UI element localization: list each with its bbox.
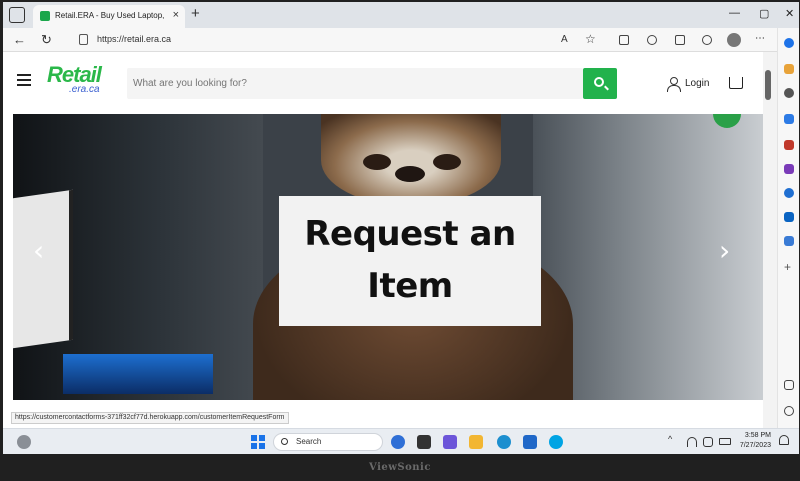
tab-actions-icon[interactable] <box>9 7 25 23</box>
clock[interactable]: 3:58 PM 7/27/2023 <box>731 431 771 451</box>
site-logo[interactable]: Retail .era.ca <box>47 62 107 102</box>
tools-icon[interactable] <box>784 140 794 150</box>
sign-line-1: Request an <box>304 214 516 254</box>
volume-icon[interactable] <box>703 437 713 447</box>
search-input[interactable] <box>127 68 583 99</box>
search-button[interactable] <box>583 68 617 99</box>
carousel-prev-button[interactable]: ‹ <box>33 234 44 267</box>
login-label: Login <box>685 78 710 89</box>
add-sidebar-icon[interactable]: + <box>784 261 794 273</box>
monitor-image <box>13 189 73 349</box>
search-icon <box>594 77 604 87</box>
split-screen-icon[interactable] <box>619 35 629 45</box>
url-text: https://retail.era.ca <box>97 34 172 44</box>
tab-title: Retail.ERA - Buy Used Laptop, Re <box>55 11 167 20</box>
monitor: Retail.ERA - Buy Used Laptop, Re × + — ▢… <box>0 0 800 481</box>
windows-logo-icon[interactable] <box>251 435 265 449</box>
favorite-icon[interactable]: ☆ <box>585 32 596 46</box>
keyboard-light-image <box>63 354 213 394</box>
sidebar-panel-icon[interactable] <box>784 380 794 390</box>
outlook-icon[interactable] <box>784 212 794 222</box>
skype-icon[interactable] <box>549 435 563 449</box>
games-icon[interactable] <box>784 164 794 174</box>
web-page: Retail .era.ca Login <box>3 52 763 428</box>
search-sidebar-icon[interactable] <box>784 88 794 98</box>
taskbar-search[interactable]: Search <box>273 433 383 451</box>
taskbar-search-label: Search <box>296 437 322 446</box>
microsoft365-icon[interactable] <box>784 188 794 198</box>
page-scrollbar[interactable] <box>765 64 771 414</box>
edge-sidebar: + <box>777 28 799 428</box>
screen: Retail.ERA - Buy Used Laptop, Re × + — ▢… <box>3 2 799 454</box>
drop-icon[interactable] <box>784 236 794 246</box>
browser-toolbar: ← ↻ https://retail.era.ca A ☆ ⋯ <box>3 28 799 52</box>
favorites-icon[interactable] <box>647 35 657 45</box>
search-icon <box>281 438 288 445</box>
status-link-preview: https://customercontactforms-371ff32cf77… <box>11 412 289 424</box>
menu-icon[interactable] <box>17 74 31 86</box>
address-bar[interactable]: https://retail.era.ca <box>75 31 763 49</box>
cart-icon[interactable] <box>729 77 743 89</box>
carousel-next-button[interactable]: › <box>719 234 730 267</box>
shopping-icon[interactable] <box>784 114 794 124</box>
sign-line-2: Item <box>367 266 453 306</box>
read-aloud-icon[interactable]: A <box>561 34 568 45</box>
file-explorer-icon[interactable] <box>469 435 483 449</box>
clock-date: 7/27/2023 <box>739 442 771 449</box>
sidebar-settings-icon[interactable] <box>784 406 794 416</box>
request-item-sign[interactable]: Request an Item <box>279 196 541 326</box>
user-icon <box>667 77 681 92</box>
back-button[interactable]: ← <box>13 32 26 47</box>
hero-banner[interactable]: Request an Item ‹ › <box>13 114 763 400</box>
logo-subtext: .era.ca <box>69 84 100 95</box>
favicon-icon <box>40 11 50 21</box>
copilot-icon[interactable] <box>784 38 794 48</box>
taskbar: Search ^ 3:58 PM 7/27/2023 <box>3 428 799 454</box>
profile-avatar[interactable] <box>727 33 741 47</box>
notification-icon[interactable] <box>784 64 794 74</box>
wifi-icon[interactable] <box>687 437 697 447</box>
minimize-button[interactable]: — <box>729 7 740 19</box>
collections-icon[interactable] <box>675 35 685 45</box>
teams-icon[interactable] <box>443 435 457 449</box>
task-view-icon[interactable] <box>417 435 431 449</box>
edge-icon[interactable] <box>497 435 511 449</box>
browser-essentials-icon[interactable] <box>702 35 712 45</box>
lock-icon[interactable] <box>79 34 88 45</box>
store-icon[interactable] <box>523 435 537 449</box>
tab-strip: Retail.ERA - Buy Used Laptop, Re × + — ▢… <box>3 2 799 28</box>
search-bar <box>127 68 583 99</box>
sloth-head-image <box>321 114 501 206</box>
new-tab-button[interactable]: + <box>191 5 200 22</box>
reload-button[interactable]: ↻ <box>41 32 52 48</box>
clock-time: 3:58 PM <box>744 432 771 439</box>
widgets-icon[interactable] <box>17 435 31 449</box>
tab-retail-era[interactable]: Retail.ERA - Buy Used Laptop, Re × <box>33 5 185 28</box>
battery-icon[interactable] <box>719 438 731 445</box>
tray-overflow-icon[interactable]: ^ <box>668 434 672 444</box>
close-window-button[interactable]: ✕ <box>785 7 794 20</box>
more-menu-icon[interactable]: ⋯ <box>755 33 765 44</box>
bell-icon[interactable] <box>779 435 789 445</box>
maximize-button[interactable]: ▢ <box>759 7 769 20</box>
copilot-taskbar-icon[interactable] <box>391 435 405 449</box>
tab-close-button[interactable]: × <box>173 9 179 21</box>
monitor-brand-logo: ViewSonic <box>369 462 431 473</box>
